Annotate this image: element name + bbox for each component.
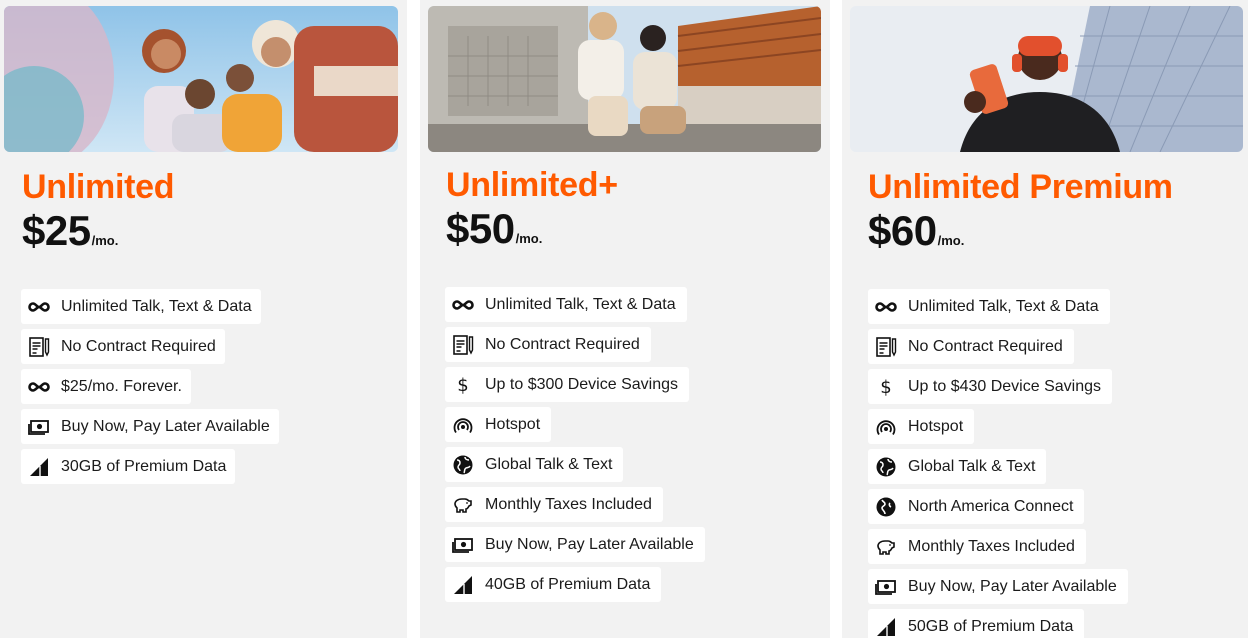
- feature-label: 50GB of Premium Data: [908, 617, 1074, 635]
- feature-item: Global Talk & Text: [868, 449, 1047, 484]
- contract-icon: [27, 335, 51, 359]
- feature-label: Buy Now, Pay Later Available: [485, 535, 694, 553]
- feature-item: Monthly Taxes Included: [868, 529, 1086, 564]
- feature-item: Unlimited Talk, Text & Data: [21, 289, 261, 324]
- price: $60 /mo.: [868, 206, 964, 256]
- dollar-icon: $: [451, 373, 475, 397]
- price-amount: $50: [446, 205, 515, 252]
- feature-item: Global Talk & Text: [445, 447, 624, 482]
- contract-icon: [451, 333, 475, 357]
- infinity-icon: [874, 295, 898, 319]
- plan-photo: [4, 6, 398, 152]
- cash-icon: [27, 415, 51, 439]
- signal-icon: [874, 615, 898, 638]
- feature-item: $25/mo. Forever.: [21, 369, 191, 404]
- feature-item: No Contract Required: [445, 327, 651, 362]
- feature-label: Buy Now, Pay Later Available: [61, 417, 270, 435]
- hotspot-icon: [451, 413, 475, 437]
- svg-text:$: $: [457, 375, 468, 396]
- price: $25 /mo.: [22, 206, 118, 256]
- globe-icon: [874, 455, 898, 479]
- feature-label: Unlimited Talk, Text & Data: [908, 297, 1099, 315]
- feature-label: $25/mo. Forever.: [61, 377, 182, 395]
- feature-item: Unlimited Talk, Text & Data: [445, 287, 687, 322]
- feature-item: Buy Now, Pay Later Available: [445, 527, 705, 562]
- price-period: /mo.: [515, 231, 543, 246]
- signal-icon: [27, 455, 51, 479]
- feature-item: Unlimited Talk, Text & Data: [868, 289, 1110, 324]
- feature-item: No Contract Required: [868, 329, 1074, 364]
- feature-label: 40GB of Premium Data: [485, 575, 651, 593]
- feature-list: Unlimited Talk, Text & Data No Contract …: [21, 289, 279, 489]
- feature-label: Monthly Taxes Included: [908, 537, 1075, 555]
- infinity-icon: [27, 295, 51, 319]
- feature-list: Unlimited Talk, Text & Data No Contract …: [445, 287, 705, 607]
- feature-label: Hotspot: [485, 415, 541, 433]
- svg-text:$: $: [880, 377, 891, 398]
- piggy-bank-icon: [874, 535, 898, 559]
- feature-label: Buy Now, Pay Later Available: [908, 577, 1117, 595]
- feature-item: $ Up to $300 Device Savings: [445, 367, 689, 402]
- plan-card-unlimited-premium[interactable]: Unlimited Premium $60 /mo. Unlimited Tal…: [842, 0, 1248, 638]
- feature-label: Hotspot: [908, 417, 964, 435]
- infinity-icon: [27, 375, 51, 399]
- plan-card-unlimited-plus[interactable]: Unlimited+ $50 /mo. Unlimited Talk, Text…: [420, 0, 830, 638]
- signal-icon: [451, 573, 475, 597]
- cash-icon: [451, 533, 475, 557]
- feature-item: 30GB of Premium Data: [21, 449, 236, 484]
- feature-label: Unlimited Talk, Text & Data: [485, 295, 676, 313]
- feature-item: Hotspot: [445, 407, 552, 442]
- feature-label: Up to $430 Device Savings: [908, 377, 1101, 395]
- plan-card-unlimited[interactable]: Unlimited $25 /mo. Unlimited Talk, Text …: [0, 0, 407, 638]
- hotspot-icon: [874, 415, 898, 439]
- feature-label: Monthly Taxes Included: [485, 495, 652, 513]
- feature-item: Buy Now, Pay Later Available: [21, 409, 279, 444]
- plan-title: Unlimited: [22, 168, 175, 206]
- globe-icon: [451, 453, 475, 477]
- dollar-icon: $: [874, 375, 898, 399]
- infinity-icon: [451, 293, 475, 317]
- feature-label: North America Connect: [908, 497, 1074, 515]
- feature-item: Monthly Taxes Included: [445, 487, 663, 522]
- price-amount: $25: [22, 207, 91, 254]
- price-amount: $60: [868, 207, 937, 254]
- plan-title: Unlimited+: [446, 166, 618, 204]
- price-period: /mo.: [937, 233, 965, 248]
- feature-label: Global Talk & Text: [908, 457, 1036, 475]
- feature-item: 40GB of Premium Data: [445, 567, 662, 602]
- plan-photo: [850, 6, 1243, 152]
- feature-item: 50GB of Premium Data: [868, 609, 1085, 638]
- feature-label: No Contract Required: [61, 337, 216, 355]
- feature-item: $ Up to $430 Device Savings: [868, 369, 1112, 404]
- feature-item: Buy Now, Pay Later Available: [868, 569, 1128, 604]
- feature-label: Global Talk & Text: [485, 455, 613, 473]
- plan-title: Unlimited Premium: [868, 168, 1173, 206]
- price: $50 /mo.: [446, 204, 542, 254]
- price-period: /mo.: [91, 233, 119, 248]
- plan-photo: [428, 6, 821, 152]
- feature-item: Hotspot: [868, 409, 975, 444]
- feature-label: 30GB of Premium Data: [61, 457, 227, 475]
- feature-list: Unlimited Talk, Text & Data No Contract …: [868, 289, 1128, 638]
- feature-item: No Contract Required: [21, 329, 225, 364]
- piggy-bank-icon: [451, 493, 475, 517]
- globe-americas-icon: [874, 495, 898, 519]
- feature-label: Unlimited Talk, Text & Data: [61, 297, 252, 315]
- feature-label: No Contract Required: [485, 335, 640, 353]
- contract-icon: [874, 335, 898, 359]
- feature-item: North America Connect: [868, 489, 1085, 524]
- feature-label: No Contract Required: [908, 337, 1063, 355]
- cash-icon: [874, 575, 898, 599]
- feature-label: Up to $300 Device Savings: [485, 375, 678, 393]
